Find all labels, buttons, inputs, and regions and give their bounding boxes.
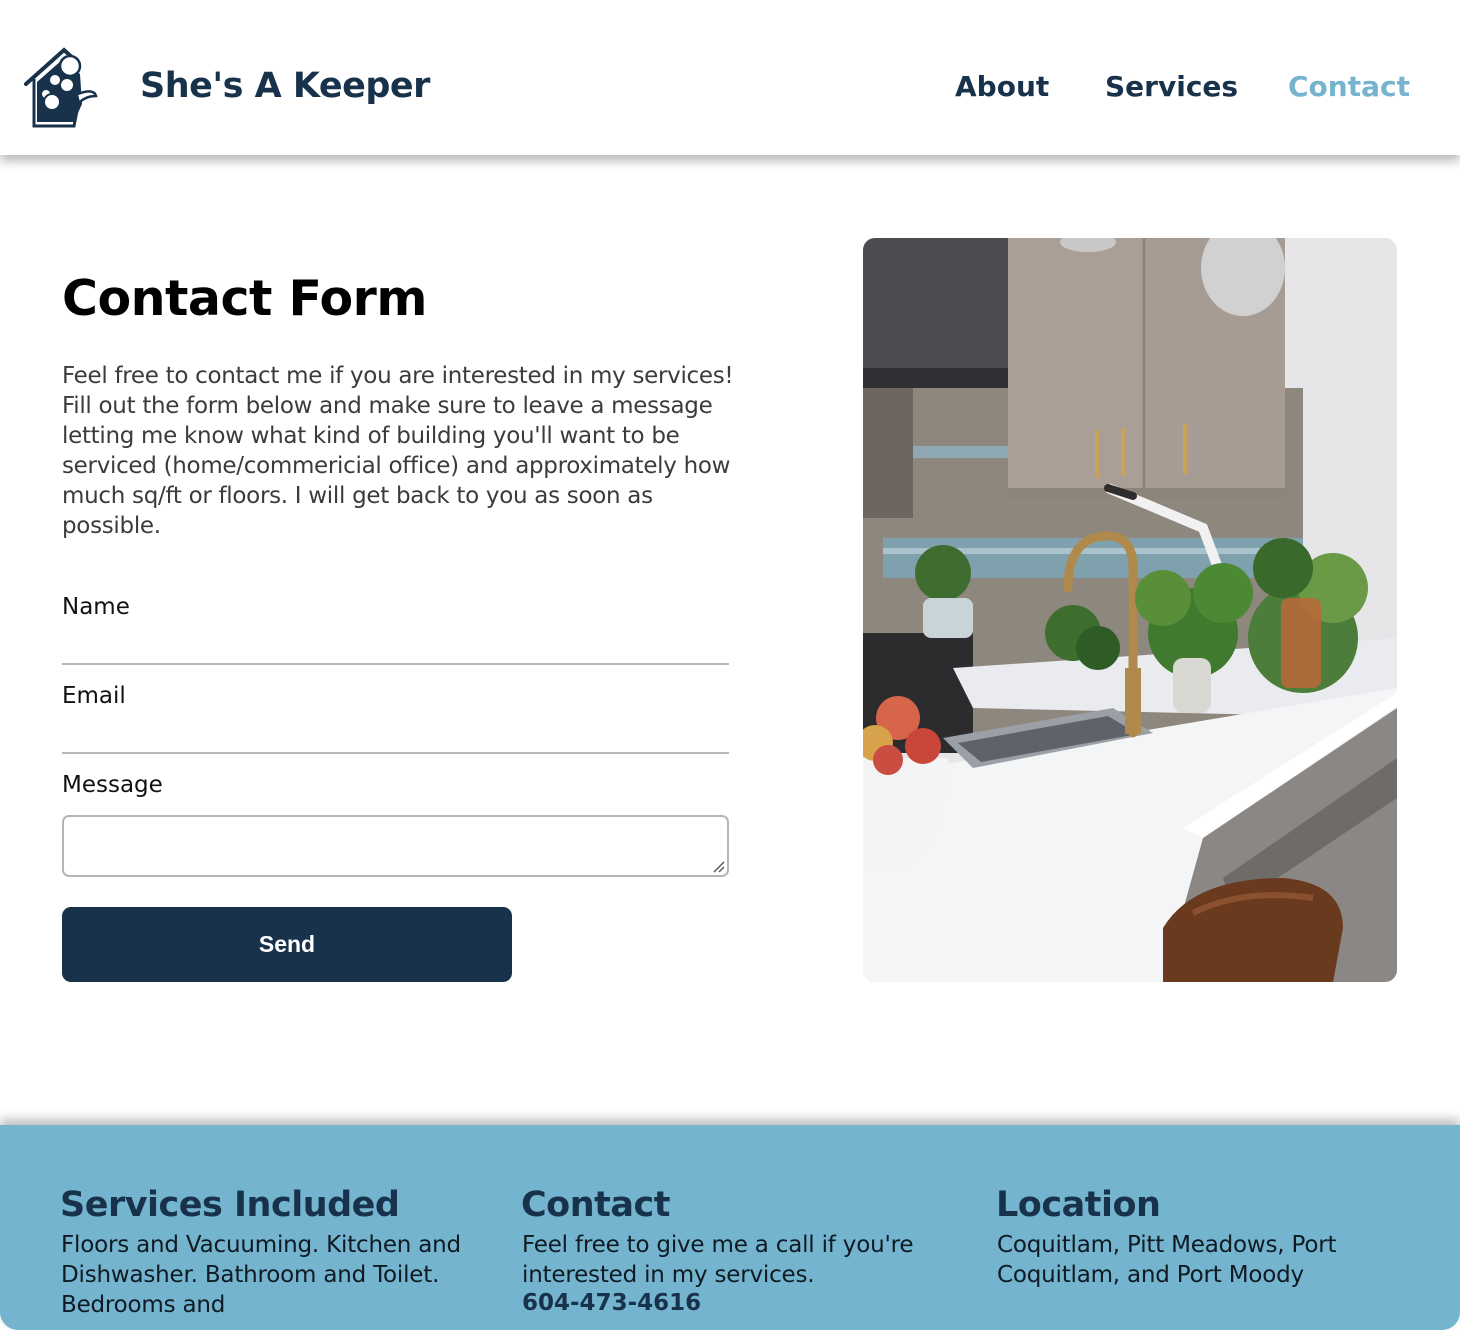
- intro-text: Feel free to contact me if you are inter…: [62, 363, 734, 539]
- nav-contact[interactable]: Contact: [1288, 70, 1410, 103]
- services-text: Floors and Vacuuming. Kitchen and Dishwa…: [61, 1232, 461, 1318]
- phone-number-link[interactable]: 604-473-4616: [522, 1290, 701, 1316]
- site-footer: Services Included Floors and Vacuuming. …: [0, 1125, 1460, 1330]
- nav-services[interactable]: Services: [1105, 70, 1238, 103]
- house-logo-icon[interactable]: [22, 44, 100, 132]
- services-heading: Services Included: [60, 1185, 400, 1225]
- name-field[interactable]: [62, 633, 729, 665]
- send-button[interactable]: Send: [62, 907, 512, 982]
- site-header: She's A Keeper About Services Contact: [0, 0, 1460, 155]
- message-label: Message: [62, 772, 163, 798]
- brand-name[interactable]: She's A Keeper: [140, 66, 430, 106]
- nav-about[interactable]: About: [955, 70, 1049, 103]
- contact-heading: Contact: [521, 1185, 670, 1225]
- resize-grip-icon[interactable]: [712, 860, 725, 873]
- name-label: Name: [62, 594, 130, 620]
- location-text: Coquitlam, Pitt Meadows, Port Coquitlam,…: [997, 1232, 1337, 1288]
- contact-text: Feel free to give me a call if you're in…: [522, 1232, 914, 1288]
- email-label: Email: [62, 683, 126, 709]
- location-heading: Location: [996, 1185, 1161, 1225]
- kitchen-photo: [863, 238, 1397, 982]
- message-field[interactable]: [62, 815, 729, 877]
- email-field[interactable]: [62, 722, 729, 754]
- page-title: Contact Form: [62, 270, 427, 327]
- kitchen-photo-illustration: [863, 238, 1397, 982]
